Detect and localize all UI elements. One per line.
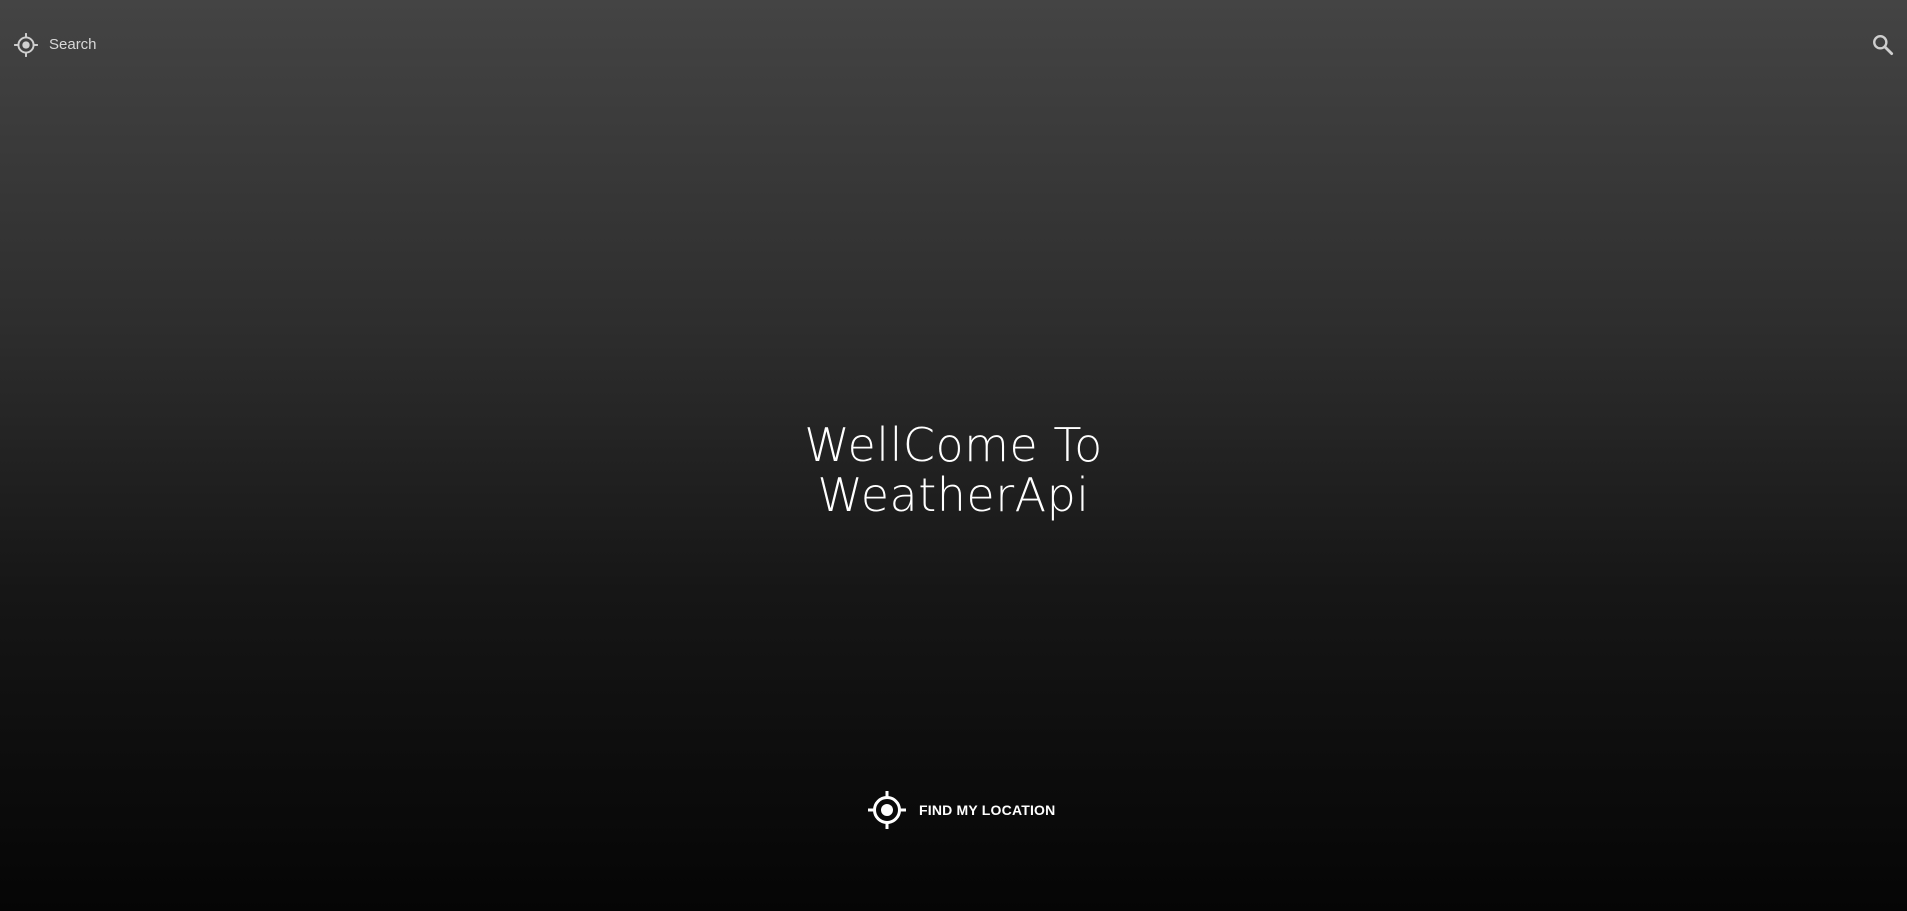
welcome-line-2: WeatherApi [817,468,1090,522]
search-icon [1873,35,1894,56]
find-my-location-button[interactable]: FIND MY LOCATION [867,790,1055,830]
welcome-line-1: WellCome To [804,418,1103,472]
crosshair-icon [868,791,906,829]
crosshair-icon [14,33,38,57]
welcome-heading: WellCome To WeatherApi [0,420,1907,520]
find-my-location-label: FIND MY LOCATION [919,802,1056,818]
search-input[interactable] [49,30,1349,58]
search-button[interactable] [1870,32,1896,58]
top-search-bar [0,0,1907,88]
gps-locate-button[interactable] [13,32,39,58]
